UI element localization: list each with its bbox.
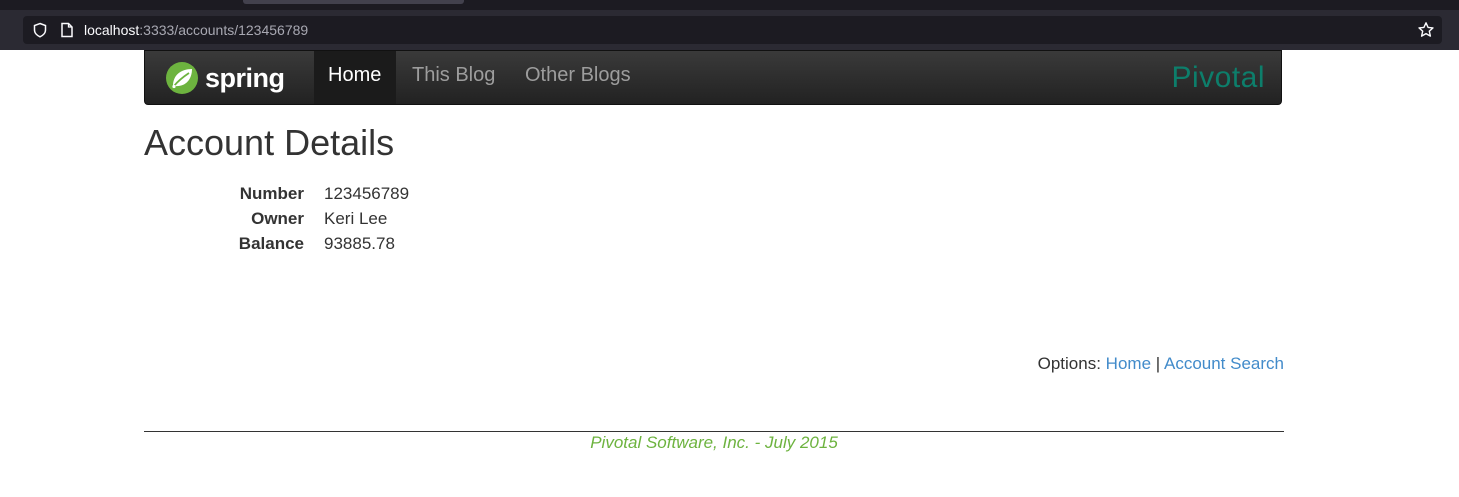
detail-row-owner: Owner Keri Lee (144, 206, 544, 231)
options-bar: Options: Home | Account Search (1038, 353, 1284, 375)
detail-label: Balance (238, 234, 304, 253)
page-title: Account Details (144, 122, 395, 163)
address-bar[interactable]: localhost:3333/accounts/123456789 (23, 16, 1442, 44)
account-details-list: Number 123456789 Owner Keri Lee Balance … (144, 181, 544, 256)
nav-other-blogs[interactable]: Other Blogs (511, 51, 645, 104)
detail-label: Owner (251, 209, 304, 228)
detail-value: 123456789 (324, 184, 410, 203)
spring-leaf-icon (166, 62, 198, 94)
browser-toolbar: localhost:3333/accounts/123456789 (0, 10, 1459, 50)
options-separator: | (1155, 354, 1161, 373)
detail-value: Keri Lee (324, 209, 388, 228)
account-search-link[interactable]: Account Search (1164, 354, 1284, 373)
browser-tab[interactable] (243, 0, 464, 4)
detail-row-balance: Balance 93885.78 (144, 231, 544, 256)
footer-text: Pivotal Software, Inc. - July 2015 (590, 433, 838, 452)
detail-value: 93885.78 (324, 234, 395, 253)
url-host: localhost (84, 22, 140, 38)
options-label: Options: (1037, 354, 1101, 373)
detail-label: Number (239, 184, 304, 203)
shield-icon[interactable] (32, 22, 48, 38)
pivotal-logo[interactable]: Pivotal (1171, 61, 1265, 95)
brand-logo[interactable]: spring (165, 60, 285, 96)
home-link[interactable]: Home (1106, 354, 1151, 373)
detail-row-number: Number 123456789 (144, 181, 544, 206)
nav-home[interactable]: Home (314, 51, 396, 104)
page-icon[interactable] (60, 22, 74, 38)
nav-this-blog[interactable]: This Blog (398, 51, 509, 104)
url-path: :3333/accounts/123456789 (139, 22, 309, 38)
url-text[interactable]: localhost:3333/accounts/123456789 (84, 21, 308, 39)
navbar: spring Home This Blog Other Blogs Pivota… (144, 50, 1282, 105)
browser-tab-strip (0, 0, 1459, 10)
bookmark-star-icon[interactable] (1417, 21, 1435, 39)
brand-text: spring (205, 62, 285, 93)
